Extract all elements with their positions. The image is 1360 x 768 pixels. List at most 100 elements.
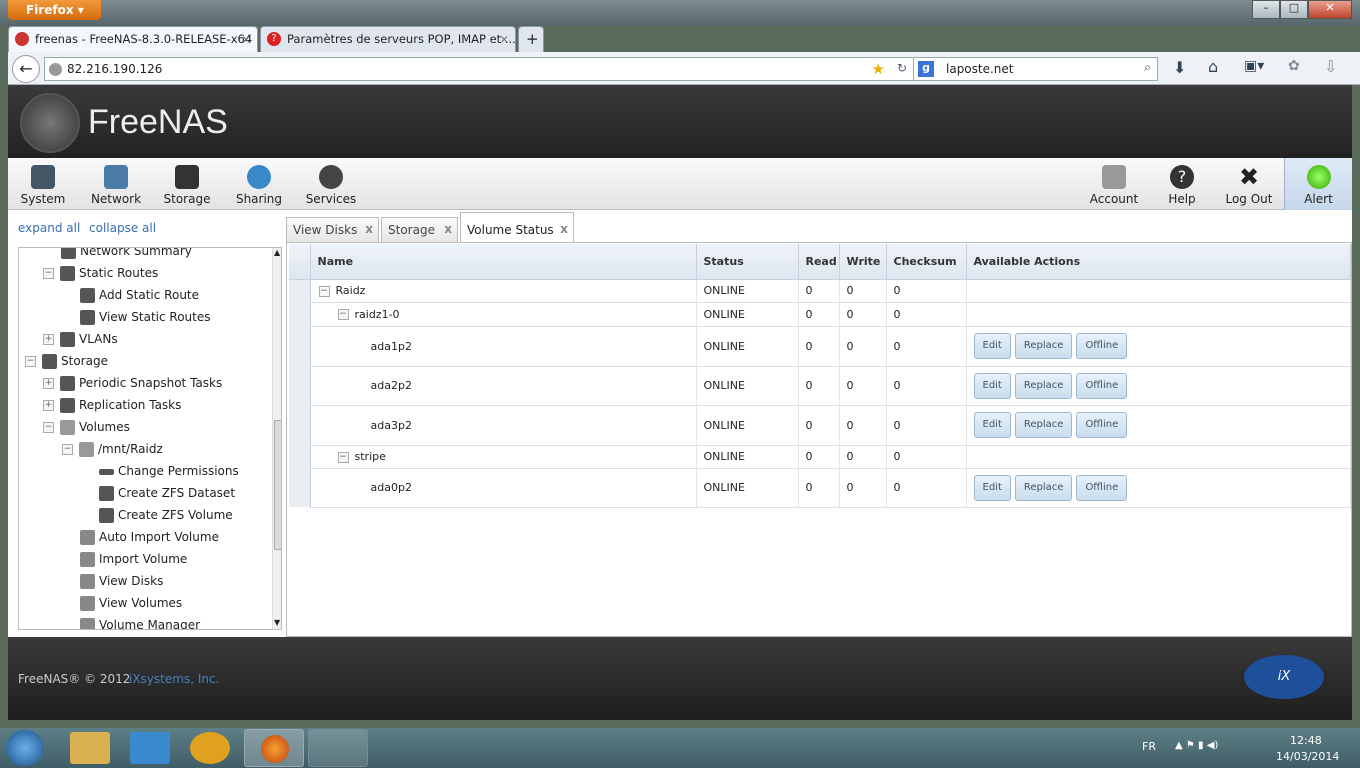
col-write[interactable]: Write	[839, 244, 887, 280]
tree-item-view-static-routes[interactable]: View Static Routes	[80, 306, 211, 328]
close-tab-icon[interactable]: x	[444, 222, 452, 236]
expand-icon[interactable]: +	[43, 334, 54, 345]
toolbar-alert[interactable]: Alert	[1284, 158, 1352, 210]
replace-button[interactable]: Replace	[1014, 412, 1073, 438]
back-button[interactable]: ←	[12, 55, 40, 83]
close-tab-icon[interactable]: x	[560, 222, 568, 236]
clock-date[interactable]: 14/03/2014	[1276, 750, 1339, 763]
tab-storage[interactable]: Storage x	[381, 217, 458, 243]
edit-button[interactable]: Edit	[973, 372, 1011, 399]
scroll-down-icon[interactable]: ▼	[274, 618, 280, 627]
table-row[interactable]: − stripe ONLINE 0 0 0	[289, 445, 1351, 469]
toolbar-logout[interactable]: ✖ Log Out	[1220, 158, 1278, 210]
new-tab-button[interactable]: +	[518, 26, 544, 52]
browser-tab-freenas[interactable]: freenas - FreeNAS-8.3.0-RELEASE-x64 ... ×	[8, 26, 258, 52]
tree-item-import-volume[interactable]: Import Volume	[80, 548, 187, 570]
offline-button[interactable]: Offline	[1076, 474, 1128, 501]
tree-item-view-disks[interactable]: View Disks	[80, 570, 163, 592]
start-button[interactable]	[6, 730, 44, 766]
bookmark-star-icon[interactable]: ★	[872, 60, 885, 78]
tree-item-storage[interactable]: − Storage	[25, 350, 108, 372]
toolbar-sharing[interactable]: Sharing	[228, 158, 290, 210]
tree-item-network-summary[interactable]: Network Summary	[61, 248, 192, 262]
media-player-taskbar-icon[interactable]	[130, 732, 170, 764]
toolbar-account[interactable]: Account	[1086, 158, 1142, 210]
tab-view-disks[interactable]: View Disks x	[286, 217, 379, 243]
table-row[interactable]: ada1p2 ONLINE 0 0 0 Edit Replace Offline	[289, 326, 1351, 367]
tree-item-auto-import-volume[interactable]: Auto Import Volume	[80, 526, 219, 548]
window-taskbar-button[interactable]	[308, 729, 368, 767]
collapse-icon[interactable]: −	[43, 422, 54, 433]
toolbar-system[interactable]: System	[12, 158, 74, 210]
collapse-icon[interactable]: −	[25, 356, 36, 367]
offline-button[interactable]: Offline	[1076, 412, 1128, 438]
tab-volume-status[interactable]: Volume Status x	[460, 212, 574, 243]
clock-time[interactable]: 12:48	[1290, 734, 1322, 747]
tree-item-replication-tasks[interactable]: + Replication Tasks	[43, 394, 181, 416]
app-taskbar-icon[interactable]	[190, 732, 230, 764]
table-row[interactable]: − Raidz ONLINE 0 0 0	[289, 279, 1351, 303]
search-input[interactable]: g laposte.net ⌕	[913, 57, 1158, 81]
expand-icon[interactable]: +	[43, 378, 54, 389]
tree-item-view-volumes[interactable]: View Volumes	[80, 592, 182, 614]
search-icon[interactable]: ⌕	[1144, 60, 1151, 75]
offline-button[interactable]: Offline	[1076, 372, 1128, 399]
bookmarks-icon[interactable]: ▣▾	[1244, 58, 1264, 74]
downloads-panel-icon[interactable]: ⇩	[1324, 57, 1337, 76]
ixsystems-link[interactable]: iXsystems, Inc.	[129, 672, 219, 686]
tree-item-volume-manager[interactable]: Volume Manager	[80, 614, 200, 629]
explorer-taskbar-icon[interactable]	[70, 732, 110, 764]
table-row[interactable]: ada3p2 ONLINE 0 0 0 Edit Replace Offline	[289, 405, 1351, 446]
collapse-all-link[interactable]: collapse all	[89, 221, 156, 235]
toolbar-help[interactable]: ? Help	[1158, 158, 1206, 210]
collapse-icon[interactable]: −	[337, 309, 349, 320]
addon-icon[interactable]: ✿	[1288, 58, 1300, 74]
edit-button[interactable]: Edit	[973, 412, 1011, 438]
collapse-icon[interactable]: −	[43, 268, 54, 279]
scroll-up-icon[interactable]: ▲	[274, 248, 280, 257]
tree-item-mnt-raidz[interactable]: −/mnt/Raidz	[62, 438, 163, 460]
toolbar-network[interactable]: Network	[84, 158, 148, 210]
firefox-menu-button[interactable]: Firefox ▾	[8, 0, 101, 20]
replace-button[interactable]: Replace	[1014, 333, 1073, 359]
tree-item-vlans[interactable]: + VLANs	[43, 328, 118, 350]
tree-item-static-routes[interactable]: − Static Routes	[43, 262, 158, 284]
collapse-icon[interactable]: −	[62, 444, 73, 455]
browser-tab-laposte[interactable]: ? Paramètres de serveurs POP, IMAP et ...…	[260, 26, 516, 52]
close-tab-icon[interactable]: ×	[241, 32, 251, 46]
download-icon[interactable]: ⬇	[1173, 58, 1186, 77]
tree-item-add-static-route[interactable]: Add Static Route	[80, 284, 199, 306]
maximize-button[interactable]: □	[1280, 0, 1308, 19]
scrollbar-thumb[interactable]	[274, 420, 281, 550]
replace-button[interactable]: Replace	[1014, 372, 1073, 399]
home-icon[interactable]: ⌂	[1208, 57, 1218, 76]
edit-button[interactable]: Edit	[973, 474, 1011, 501]
col-checksum[interactable]: Checksum	[886, 244, 967, 280]
tree-item-create-zfs-dataset[interactable]: Create ZFS Dataset	[99, 482, 235, 504]
close-tab-icon[interactable]: x	[365, 222, 373, 236]
minimize-button[interactable]: –	[1252, 0, 1280, 19]
expand-icon[interactable]: +	[43, 400, 54, 411]
firefox-taskbar-button[interactable]	[244, 729, 304, 767]
table-row[interactable]: ada2p2 ONLINE 0 0 0 Edit Replace Offline	[289, 366, 1351, 406]
reload-icon[interactable]: ↻	[897, 61, 907, 75]
ixsystems-logo[interactable]: iX	[1244, 655, 1324, 699]
col-read[interactable]: Read	[798, 244, 840, 280]
toolbar-storage[interactable]: Storage	[158, 158, 216, 210]
edit-button[interactable]: Edit	[973, 333, 1011, 359]
offline-button[interactable]: Offline	[1076, 333, 1128, 359]
close-tab-icon[interactable]: ×	[499, 32, 509, 46]
table-row[interactable]: ada0p2 ONLINE 0 0 0 Edit Replace Offline	[289, 468, 1351, 508]
close-window-button[interactable]: ✕	[1308, 0, 1352, 19]
tree-item-change-permissions[interactable]: Change Permissions	[99, 460, 239, 482]
language-indicator[interactable]: FR	[1142, 740, 1156, 753]
col-status[interactable]: Status	[696, 244, 799, 280]
expand-all-link[interactable]: expand all	[18, 221, 80, 235]
url-bar[interactable]: 82.216.190.126 ★ ↻	[44, 57, 914, 81]
replace-button[interactable]: Replace	[1014, 474, 1073, 501]
tray-icons[interactable]: ▲ ⚑ ▮ ◀)	[1175, 740, 1218, 751]
tree-item-periodic-snapshot-tasks[interactable]: + Periodic Snapshot Tasks	[43, 372, 222, 394]
tree-scrollbar[interactable]: ▲ ▼	[272, 248, 281, 629]
col-name[interactable]: Name	[310, 244, 697, 280]
toolbar-services[interactable]: Services	[300, 158, 362, 210]
